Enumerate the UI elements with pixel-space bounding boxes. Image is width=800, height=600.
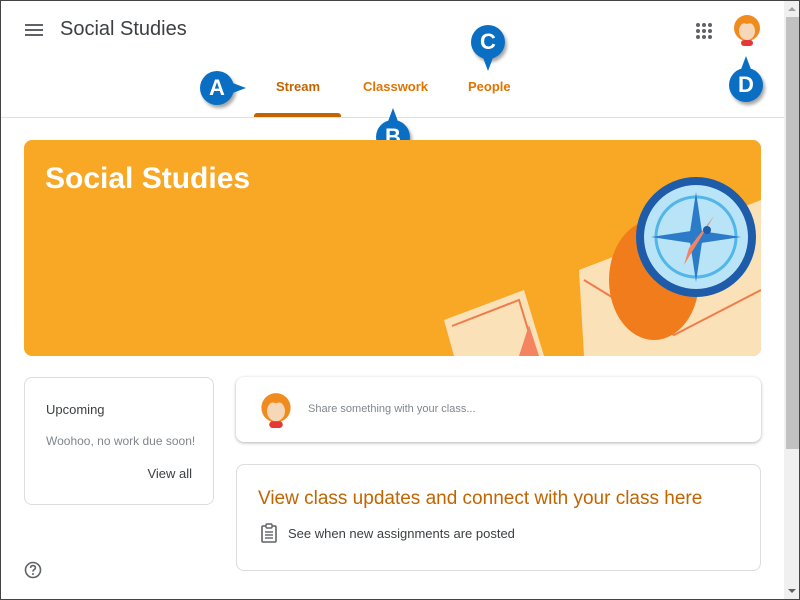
share-announcement-box[interactable]: Share something with your class... (236, 377, 761, 442)
tab-people[interactable]: People (468, 79, 511, 94)
top-app-bar: Social Studies Stream Classwork People (1, 1, 784, 118)
scroll-up-arrow-icon[interactable] (788, 7, 796, 11)
app-window: Social Studies Stream Classwork People A… (0, 0, 800, 600)
vertical-scrollbar[interactable] (784, 1, 799, 599)
updates-item-text: See when new assignments are posted (288, 525, 515, 541)
active-tab-indicator (254, 113, 341, 117)
class-title[interactable]: Social Studies (60, 18, 187, 41)
callout-a-badge: A (200, 71, 246, 105)
upcoming-title: Upcoming (46, 402, 105, 417)
class-updates-card: View class updates and connect with your… (236, 464, 761, 571)
user-avatar (261, 393, 291, 428)
banner-title: Social Studies (45, 162, 251, 195)
updates-item: See when new assignments are posted (260, 523, 515, 543)
share-placeholder[interactable]: Share something with your class... (308, 403, 476, 415)
upcoming-empty-message: Woohoo, no work due soon! (46, 434, 196, 448)
scroll-down-arrow-icon[interactable] (788, 589, 796, 593)
tab-stream[interactable]: Stream (276, 79, 320, 94)
view-all-link[interactable]: View all (147, 466, 192, 481)
scrollbar-thumb[interactable] (786, 17, 799, 449)
tab-classwork[interactable]: Classwork (363, 79, 428, 94)
callout-d-badge: D (729, 56, 763, 102)
clipboard-icon (261, 523, 277, 543)
hamburger-menu-icon[interactable] (25, 22, 43, 38)
class-banner: Social Studies (24, 140, 761, 356)
upcoming-card: Upcoming Woohoo, no work due soon! View … (24, 377, 214, 505)
help-icon[interactable] (24, 561, 42, 579)
updates-title: View class updates and connect with your… (258, 488, 703, 509)
callout-c-badge: C (471, 25, 505, 71)
apps-grid-icon[interactable] (696, 23, 712, 39)
user-avatar[interactable] (733, 14, 761, 46)
